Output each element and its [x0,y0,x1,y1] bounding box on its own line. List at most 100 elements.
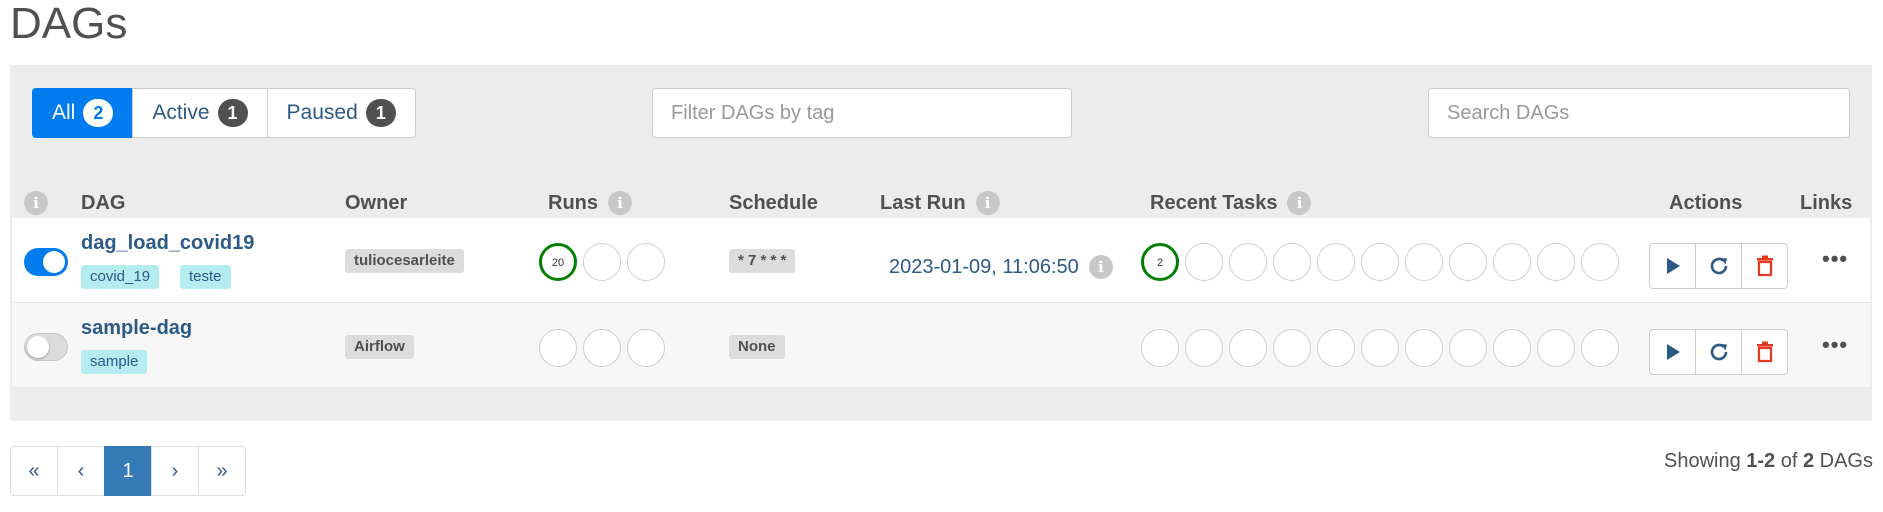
task-state-circle[interactable] [1141,329,1179,367]
column-header-last-run-label: Last Run [880,191,966,214]
refresh-icon [1710,257,1727,275]
owner-label[interactable]: Airflow [345,335,414,359]
run-state-circle[interactable] [583,243,621,281]
schedule-label: None [729,335,785,359]
task-state-circle[interactable] [1361,329,1399,367]
task-state-circle[interactable] [1185,243,1223,281]
recent-tasks-info-icon[interactable]: i [1287,191,1312,215]
task-state-circle[interactable] [1449,243,1487,281]
refresh-dag-button[interactable] [1695,329,1742,375]
last-run-info-icon[interactable]: i [1088,255,1113,279]
task-state-circle[interactable] [1317,329,1355,367]
task-state-circle[interactable] [1273,243,1311,281]
dag-name-link[interactable]: dag_load_covid19 [81,232,254,255]
toggle-knob [27,336,49,358]
trigger-dag-button[interactable] [1649,329,1696,375]
delete-dag-button[interactable] [1741,243,1788,289]
delete-dag-button[interactable] [1741,329,1788,375]
table-row: sample-dag sample Airflow None ••• [12,302,1870,387]
filter-all-count: 2 [83,99,114,127]
page-current-button[interactable]: 1 [104,446,152,496]
row-actions [1649,329,1788,375]
task-state-circle[interactable] [1449,329,1487,367]
task-state-circle[interactable] [1581,329,1619,367]
last-run-link[interactable]: 2023-01-09, 11:06:50 i [889,255,1113,279]
column-header-schedule-label: Schedule [729,191,818,214]
showing-prefix: Showing [1663,450,1747,472]
row-actions [1649,243,1788,289]
run-state-circle[interactable]: 20 [539,243,577,281]
showing-suffix: DAGs [1814,450,1873,472]
task-state-circle[interactable] [1493,243,1531,281]
play-icon [1666,258,1680,274]
tag-filter-input[interactable] [652,88,1072,138]
more-dots-icon[interactable]: ••• [1822,332,1848,358]
dags-panel: All 2 Active 1 Paused 1 i DAG Owner Runs… [10,65,1872,421]
page-prev-button[interactable]: ‹ [57,446,105,496]
toggle-knob [43,251,65,273]
dag-name-link[interactable]: sample-dag [81,317,192,340]
dag-tag[interactable]: sample [81,350,148,374]
dag-tag[interactable]: covid_19 [81,265,160,289]
more-dots-icon[interactable]: ••• [1822,246,1848,272]
refresh-dag-button[interactable] [1695,243,1742,289]
filter-active-label: Active [152,101,210,124]
task-state-circle[interactable] [1405,243,1443,281]
filter-all-label: All [52,101,76,124]
page-last-button[interactable]: » [198,446,246,496]
info-icon[interactable]: i [24,191,48,215]
column-header-links-label: Links [1800,191,1853,214]
trigger-dag-button[interactable] [1649,243,1696,289]
owner-label[interactable]: tuliocesarleite [345,249,464,273]
task-state-circle[interactable] [1537,243,1575,281]
run-state-circle[interactable] [583,329,621,367]
showing-of: of [1775,450,1803,472]
trash-icon [1756,341,1773,363]
page-first-button[interactable]: « [10,446,58,496]
column-header-owner-label: Owner [345,191,408,214]
search-dags-input[interactable] [1428,88,1850,138]
page-title: DAGs [10,0,128,48]
showing-range: 1-2 [1746,450,1776,472]
task-state-circle[interactable] [1581,243,1619,281]
runs-info-icon[interactable]: i [608,191,632,215]
showing-count: Showing 1-2 of 2 DAGs [1664,450,1873,473]
filter-paused-button[interactable]: Paused 1 [266,88,416,138]
column-header-dag-label: DAG [81,191,126,214]
table-row: dag_load_covid19 covid_19 teste tulioces… [12,218,1870,302]
refresh-icon [1710,343,1727,361]
task-state-circle[interactable] [1229,329,1267,367]
task-state-circle[interactable] [1361,243,1399,281]
task-state-circle[interactable] [1317,243,1355,281]
filter-paused-count: 1 [365,99,396,127]
last-run-date: 2023-01-09, 11:06:50 [889,255,1079,278]
filter-all-button[interactable]: All 2 [32,88,134,138]
task-state-circle[interactable] [1273,329,1311,367]
dag-tag[interactable]: teste [180,265,231,289]
run-state-circle[interactable] [539,329,577,367]
dag-pause-toggle[interactable] [24,333,68,361]
trash-icon [1756,255,1773,277]
column-header-runs-label: Runs [548,191,598,214]
column-header-recent-tasks-label: Recent Tasks [1150,191,1278,214]
task-state-circle[interactable] [1405,329,1443,367]
page-next-button[interactable]: › [151,446,199,496]
task-state-circle[interactable] [1493,329,1531,367]
task-state-circle[interactable] [1537,329,1575,367]
schedule-label: * 7 * * * [729,249,796,273]
dag-pause-toggle[interactable] [24,248,68,276]
filter-active-count: 1 [217,99,248,127]
task-state-circle[interactable] [1229,243,1267,281]
task-state-circle[interactable]: 2 [1141,243,1179,281]
filter-paused-label: Paused [286,101,358,124]
status-filter-group: All 2 Active 1 Paused 1 [32,88,416,138]
pagination: « ‹ 1 › » [10,446,246,496]
showing-total: 2 [1802,450,1815,472]
play-icon [1666,344,1680,360]
column-header-actions-label: Actions [1669,191,1743,214]
run-state-circle[interactable] [627,329,665,367]
last-run-info-icon[interactable]: i [975,191,1000,215]
filter-active-button[interactable]: Active 1 [132,88,268,138]
task-state-circle[interactable] [1185,329,1223,367]
run-state-circle[interactable] [627,243,665,281]
